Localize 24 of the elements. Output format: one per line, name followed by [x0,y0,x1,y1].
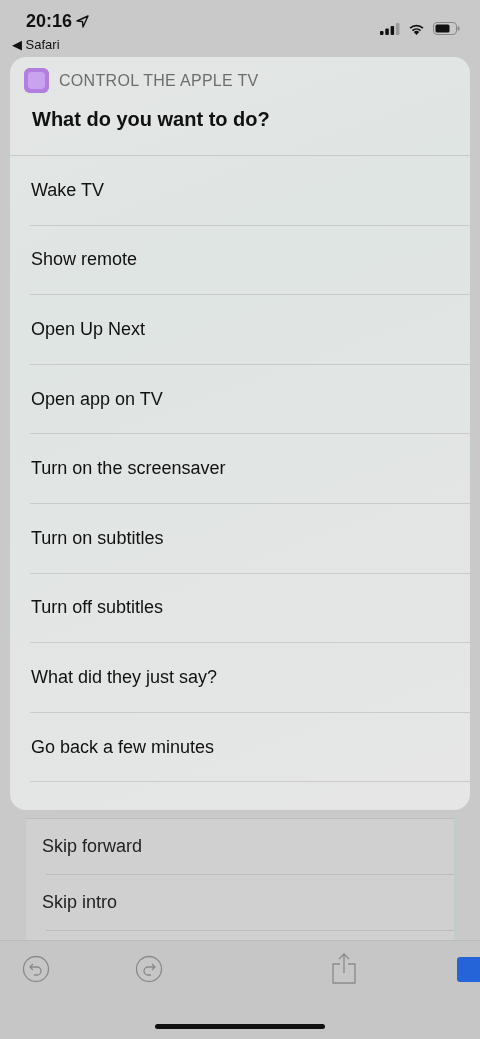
share-button[interactable] [331,953,357,985]
back-link[interactable]: ◀ Safari [12,35,60,55]
undo-button[interactable] [22,955,50,983]
option-item[interactable]: Go back a few minutes [30,733,215,761]
option-item[interactable]: Wake TV [30,176,105,204]
option-item[interactable]: Turn on the screensaver [30,455,226,483]
location-arrow-icon [76,15,90,28]
app-name: CONTROL THE APPLE TV [59,70,259,91]
option-item[interactable]: Open Up Next [30,316,146,343]
clock-time: 20:16 [26,10,73,33]
list-item: Skip intro [42,891,118,914]
option-item[interactable]: Open app on TV [30,385,163,413]
signal-icon [380,22,400,35]
app-icon [24,68,49,93]
stop-button[interactable] [457,956,480,982]
wifi-icon [408,22,425,35]
redo-button[interactable] [135,955,163,983]
option-item[interactable]: What did they just say? [30,663,218,691]
option-item[interactable]: Turn off subtitles [30,594,164,622]
option-item[interactable]: Show remote [30,246,138,274]
battery-icon [433,22,460,35]
list-item: Skip forward [42,835,143,858]
prompt-title: What do you want to do? [31,107,271,132]
option-item[interactable]: Turn on subtitles [30,524,164,552]
